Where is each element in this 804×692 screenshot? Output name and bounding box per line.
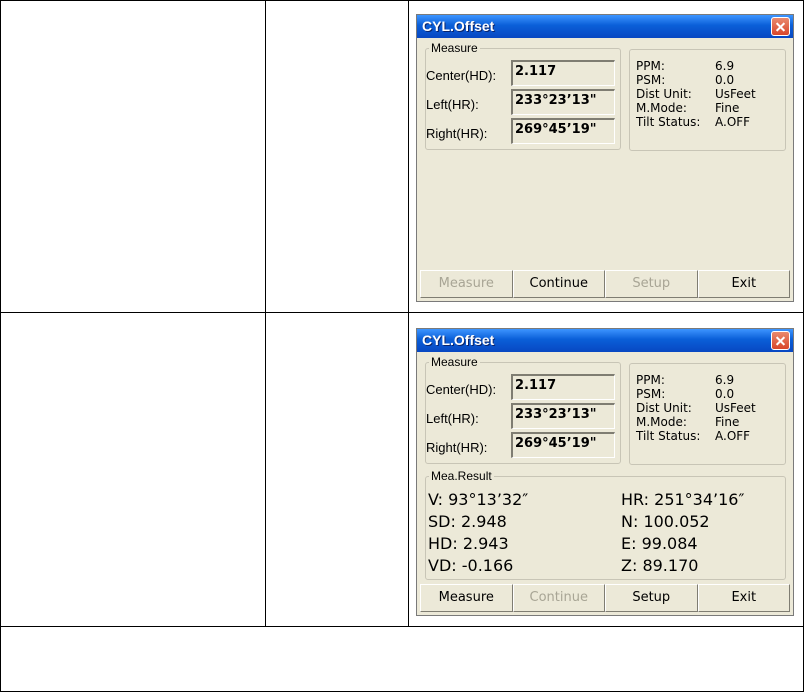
measure-group-label: Measure — [429, 40, 480, 56]
continue-button[interactable]: Continue — [512, 584, 605, 612]
status-info-panel: PPM: 6.9 PSM: 0.0 Dist Unit: UsFeet M.Mode:… — [629, 49, 786, 151]
right-hr-label: Right(HR): — [426, 440, 488, 455]
table-border-left — [0, 0, 1, 692]
center-hd-field[interactable]: 2.117 — [511, 60, 615, 86]
button-bar: Measure Continue Setup Exit — [420, 584, 790, 612]
result-sd: SD: 2.948 — [428, 512, 507, 531]
result-v: V: 93°13’32″ — [428, 490, 529, 509]
left-hr-field[interactable]: 233°23’13" — [511, 89, 615, 115]
center-hd-label: Center(HD): — [426, 382, 497, 397]
table-col-divider-1 — [265, 0, 266, 626]
status-info-panel: PPM: 6.9 PSM: 0.0 Dist Unit: UsFeet M.Mode:… — [629, 363, 786, 465]
left-hr-field[interactable]: 233°23’13" — [511, 403, 615, 429]
result-n: N: 100.052 — [621, 512, 710, 531]
left-hr-label: Left(HR): — [426, 97, 479, 112]
window-titlebar[interactable]: CYL.Offset — [417, 15, 793, 38]
button-bar: Measure Continue Setup Exit — [420, 270, 790, 298]
exit-button[interactable]: Exit — [697, 584, 790, 612]
window-title: CYL.Offset — [422, 18, 495, 34]
center-hd-field[interactable]: 2.117 — [511, 374, 615, 400]
measure-button[interactable]: Measure — [420, 270, 513, 298]
result-vd: VD: -0.166 — [428, 556, 514, 575]
table-border-top — [0, 0, 804, 1]
table-row-divider-1 — [0, 312, 804, 313]
result-hr: HR: 251°34’16″ — [621, 490, 745, 509]
result-hd: HD: 2.943 — [428, 534, 509, 553]
right-hr-field[interactable]: 269°45’19" — [511, 118, 615, 144]
right-hr-label: Right(HR): — [426, 126, 488, 141]
result-z: Z: 89.170 — [621, 556, 699, 575]
table-row-divider-2 — [0, 626, 804, 627]
result-e: E: 99.084 — [621, 534, 698, 553]
setup-button[interactable]: Setup — [605, 270, 698, 298]
cyl-offset-window-2: CYL.Offset Measure Center(HD): 2.117 Lef… — [416, 328, 794, 616]
center-hd-label: Center(HD): — [426, 68, 497, 83]
close-icon[interactable] — [771, 331, 790, 350]
window-titlebar[interactable]: CYL.Offset — [417, 329, 793, 352]
right-hr-field[interactable]: 269°45’19" — [511, 432, 615, 458]
cyl-offset-window-1: CYL.Offset Measure Center(HD): 2.117 Lef… — [416, 14, 794, 302]
measure-button[interactable]: Measure — [420, 584, 513, 612]
measure-group-label: Measure — [429, 354, 480, 370]
setup-button[interactable]: Setup — [605, 584, 698, 612]
continue-button[interactable]: Continue — [512, 270, 605, 298]
window-title: CYL.Offset — [422, 332, 495, 348]
mea-result-group-label: Mea.Result — [429, 468, 494, 484]
close-icon[interactable] — [771, 17, 790, 36]
left-hr-label: Left(HR): — [426, 411, 479, 426]
table-col-divider-2 — [408, 0, 409, 626]
exit-button[interactable]: Exit — [697, 270, 790, 298]
